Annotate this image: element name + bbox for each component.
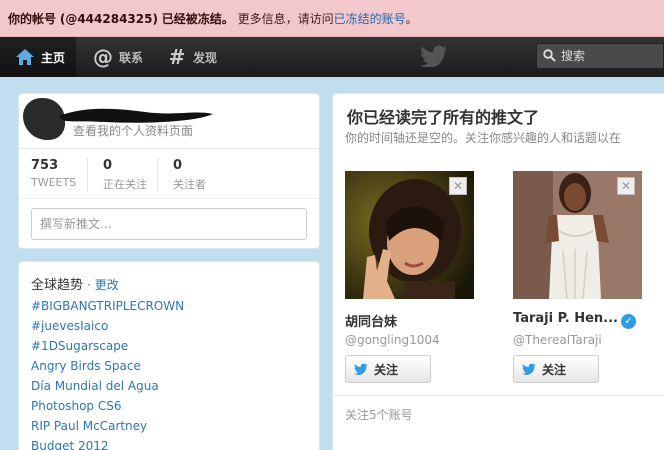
suspended-accounts-link[interactable]: 已冻结的账号: [334, 12, 406, 26]
trend-item[interactable]: Budget 2012: [31, 439, 109, 450]
suggestion-card: ✕ Taraji P. Hen... ✓ @TherealTaraji 关注: [513, 171, 653, 383]
trends-card: 全球趋势 · 更改 #BIGBANGTRIPLECROWN #juevesIai…: [18, 261, 320, 450]
follow-button[interactable]: 关注: [345, 355, 431, 383]
compose-tweet-input[interactable]: 撰写新推文...: [31, 208, 307, 240]
stat-followers-label: 关注者: [173, 178, 206, 191]
top-navigation-bar: 主页 @ 联系 # 发现 搜索: [0, 37, 664, 77]
profile-divider: [19, 148, 319, 149]
search-input[interactable]: 搜索: [536, 43, 664, 69]
follow-button-label: 关注: [374, 362, 399, 377]
stat-followers[interactable]: 0 关注者: [161, 158, 231, 198]
at-icon: @: [93, 45, 113, 69]
banner-status: 已经被冻结。: [161, 12, 234, 26]
trends-change-link[interactable]: · 更改: [87, 278, 119, 292]
dismiss-suggestion-button[interactable]: ✕: [449, 177, 467, 195]
timeline-divider: [333, 395, 664, 396]
stat-separator: [87, 158, 88, 192]
nav-discover[interactable]: # 发现: [166, 37, 217, 77]
suggestion-photo[interactable]: ✕: [345, 171, 474, 299]
trend-item[interactable]: #1DSugarscape: [31, 339, 128, 353]
stat-following-label: 正在关注: [103, 178, 147, 191]
compose-divider: [19, 198, 319, 199]
hash-icon: #: [168, 45, 186, 69]
trend-item[interactable]: Angry Birds Space: [31, 359, 141, 373]
nav-connect-label: 联系: [119, 50, 144, 65]
view-profile-link[interactable]: 查看我的个人资料页面: [73, 122, 193, 139]
nav-home[interactable]: 主页: [0, 37, 76, 77]
twitter-bird-icon[interactable]: [420, 45, 448, 67]
banner-account: (@444284325): [59, 12, 158, 26]
stat-followers-value: 0: [173, 158, 183, 173]
suggestion-handle: @gongling1004: [345, 333, 440, 347]
dismiss-suggestion-button[interactable]: ✕: [617, 177, 635, 195]
suggestion-photo[interactable]: ✕: [513, 171, 642, 299]
follow-button-label: 关注: [542, 362, 567, 377]
profile-dashboard-card: 查看我的个人资料页面 753 TWEETS 0 正在关注 0 关注者 撰写新推文…: [18, 93, 320, 249]
trend-item[interactable]: #juevesIaico: [31, 319, 108, 333]
nav-home-label: 主页: [41, 50, 66, 65]
nav-connect[interactable]: @ 联系: [90, 37, 143, 77]
trend-item[interactable]: Día Mundial del Agua: [31, 379, 159, 393]
banner-end: 。: [405, 12, 418, 26]
compose-placeholder: 撰写新推文...: [40, 217, 112, 231]
trends-title-text: 全球趋势: [31, 278, 84, 293]
trend-item[interactable]: RIP Paul McCartney: [31, 419, 147, 433]
stat-following-value: 0: [103, 158, 113, 173]
follow-button[interactable]: 关注: [513, 355, 599, 383]
twitter-bird-icon: [354, 363, 368, 375]
suggestion-handle: @TherealTaraji: [513, 333, 602, 347]
search-icon: [543, 49, 556, 62]
trend-item[interactable]: Photoshop CS6: [31, 399, 122, 413]
suggestion-name[interactable]: Taraji P. Hen... ✓: [513, 311, 636, 329]
timeline-subtitle: 你的时间轴还是空的。关注你感兴趣的人和话题以在: [345, 131, 622, 145]
suggestion-name-text: Taraji P. Hen...: [513, 311, 618, 326]
suggestion-card: ✕ 胡同台妹 @gongling1004 关注: [345, 171, 485, 383]
suspended-banner: 你的帐号 (@444284325) 已经被冻结。 更多信息，请访问已冻结的账号。: [0, 0, 664, 37]
nav-discover-label: 发现: [193, 50, 218, 65]
banner-prefix: 你的帐号: [8, 12, 57, 26]
banner-info: 更多信息，请访问: [237, 12, 334, 26]
trends-title: 全球趋势 · 更改: [31, 274, 119, 293]
search-placeholder: 搜索: [561, 49, 586, 63]
stat-following[interactable]: 0 正在关注: [91, 158, 161, 198]
twitter-bird-icon: [522, 363, 536, 375]
suggestion-name[interactable]: 胡同台妹: [345, 311, 397, 330]
trend-item[interactable]: #BIGBANGTRIPLECROWN: [31, 299, 184, 313]
follow-count-label: 关注5个账号: [345, 408, 413, 422]
timeline-card: 你已经读完了所有的推文了 你的时间轴还是空的。关注你感兴趣的人和话题以在 ✕ 胡…: [332, 93, 664, 450]
timeline-title: 你已经读完了所有的推文了: [347, 108, 540, 127]
verified-badge-icon: ✓: [620, 314, 636, 329]
home-icon: [14, 46, 36, 68]
